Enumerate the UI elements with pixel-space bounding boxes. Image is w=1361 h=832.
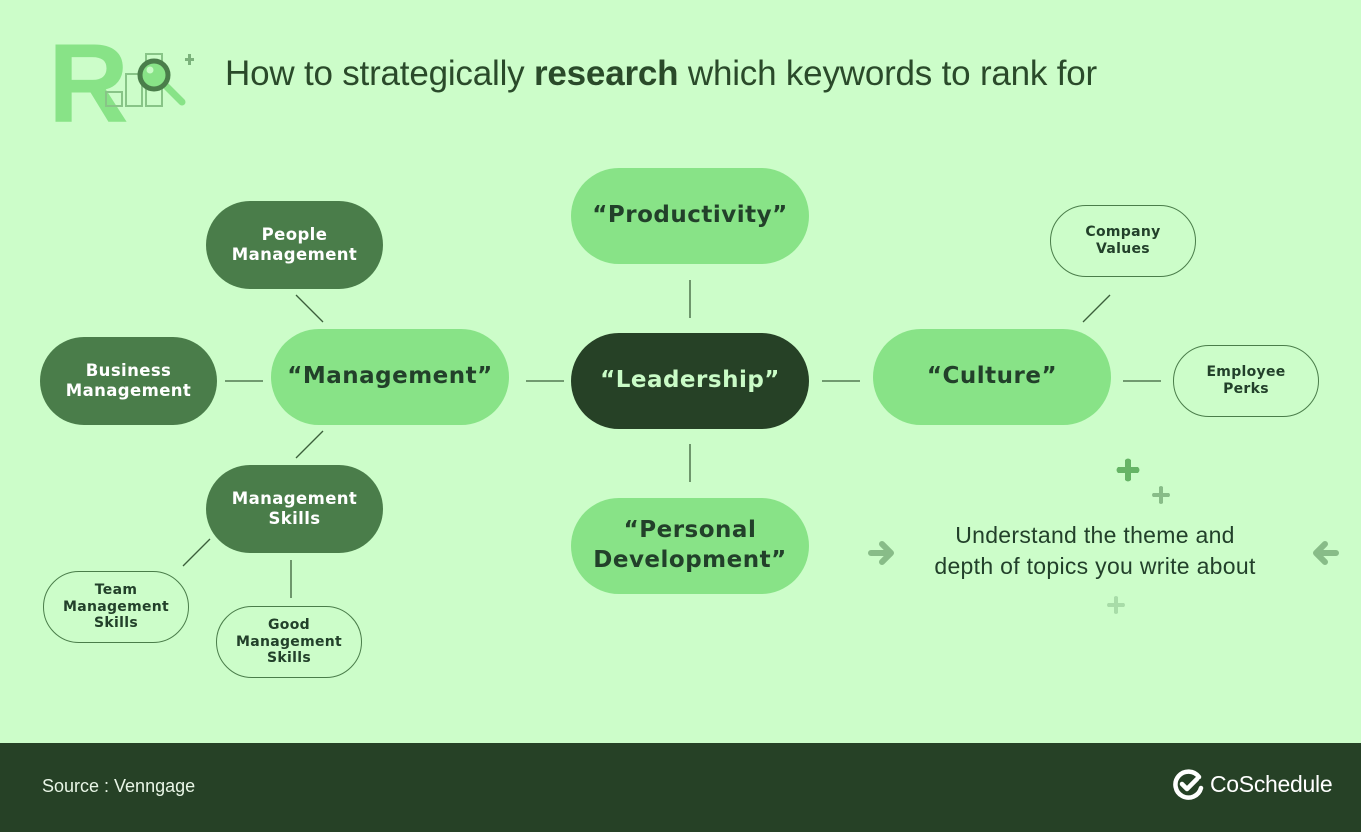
footer-bar (0, 743, 1361, 832)
connector-management-skills (295, 430, 324, 459)
sparkle-icon (1152, 486, 1170, 504)
topic-productivity: “Productivity” (571, 168, 809, 264)
topic-personal-development: “Personal Development” (571, 498, 809, 594)
research-logo-icon: R (48, 24, 194, 128)
sparkle-icon (1107, 596, 1125, 614)
connector-management-people (295, 294, 324, 323)
topic-employee-perks: Employee Perks (1173, 345, 1319, 417)
topic-team-management-skills: Team Management Skills (43, 571, 189, 643)
topic-leadership: “Leadership” (571, 333, 809, 429)
connector-culture-values (1082, 294, 1111, 323)
page-title: How to strategically research which keyw… (225, 54, 1097, 93)
sparkle-icon (185, 54, 194, 65)
connector-skills-team (182, 538, 211, 567)
brand-name: CoSchedule (1210, 770, 1333, 797)
magnifier-handle (162, 82, 186, 106)
topic-people-management: People Management (206, 201, 383, 289)
topic-good-management-skills: Good Management Skills (216, 606, 362, 678)
logo-letter: R (48, 24, 129, 128)
topic-business-management: Business Management (40, 337, 217, 425)
topic-management-skills: Management Skills (206, 465, 383, 553)
topic-management: “Management” (271, 329, 509, 425)
magnifier-lens (137, 58, 171, 92)
topic-culture: “Culture” (873, 329, 1111, 425)
callout-message: Understand the theme and depth of topics… (934, 522, 1256, 579)
coschedule-check-icon (1173, 769, 1204, 800)
title-emphasis: research (533, 54, 679, 93)
arrow-left-icon (1313, 541, 1339, 565)
source-credit: Source : Venngage (42, 776, 196, 796)
brand-logo: CoSchedule (1172, 768, 1333, 800)
sparkle-icon (1116, 458, 1140, 482)
topic-company-values: Company Values (1050, 205, 1196, 277)
